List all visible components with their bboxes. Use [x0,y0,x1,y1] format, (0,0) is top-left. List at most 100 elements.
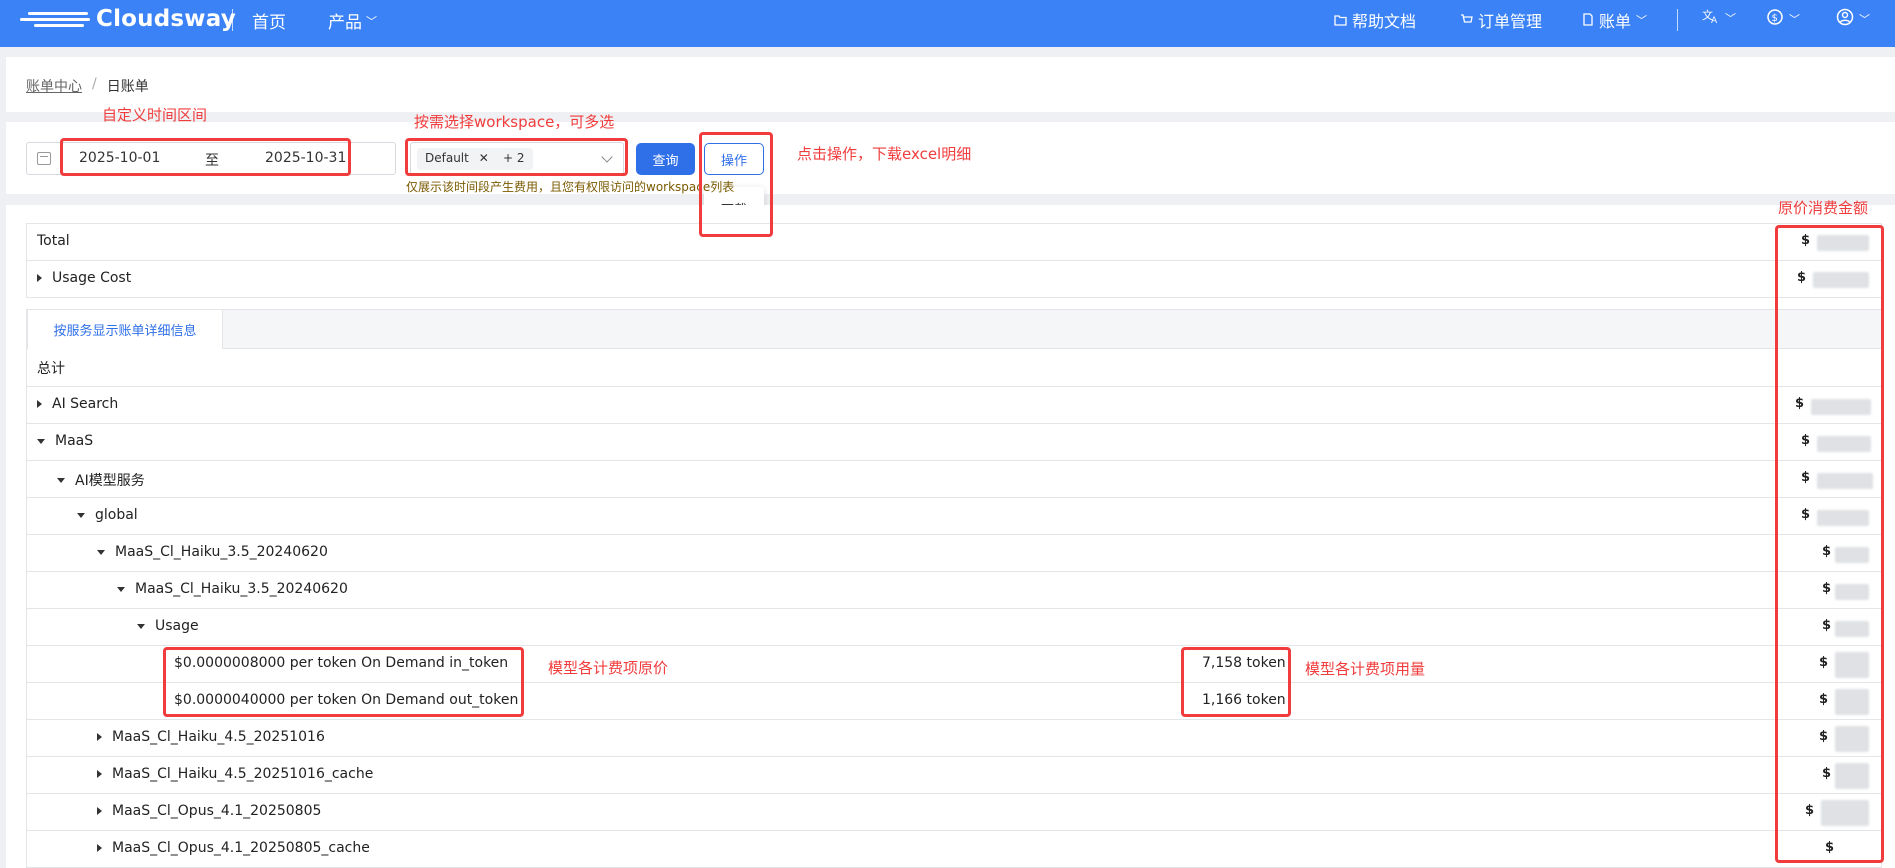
table-row[interactable]: MaaS_Cl_Opus_4.1_20250805_cache $ [26,831,1882,868]
annotation-box-workspace [405,138,628,176]
row-text: MaaS_Cl_Haiku_4.5_20251016 [112,729,325,745]
usage-cost-label: Usage Cost [37,270,131,286]
user-avatar-icon [1836,8,1854,30]
header-divider [1677,9,1678,31]
row-label: MaaS_Cl_Opus_4.1_20250805 [97,803,321,819]
caret-down-icon [117,586,125,592]
table-row[interactable]: MaaS_Cl_Haiku_3.5_20240620 $ [26,572,1882,609]
billing-label: 账单 [1599,12,1632,31]
document-icon [1582,11,1594,30]
nav-home[interactable]: 首页 [252,8,286,33]
calendar-icon [37,152,51,165]
caret-right-icon [37,274,42,282]
query-button[interactable]: 查询 [636,143,695,175]
user-menu[interactable]: ﹀ [1836,8,1870,30]
annotation-box-date [60,138,351,176]
brand-logo[interactable]: Cloudsway [20,6,236,32]
row-label: MaaS [37,433,93,449]
annotation-box-operation [699,132,773,237]
row-label: MaaS_Cl_Haiku_4.5_20251016 [97,729,325,745]
row-text: MaaS_Cl_Opus_4.1_20250805 [112,803,322,819]
row-text: MaaS_Cl_Haiku_3.5_20240620 [135,581,348,597]
annotation-box-amount [1775,225,1884,863]
row-text: AI Search [52,396,119,412]
brand-name: Cloudsway [96,6,236,32]
chevron-down-icon: ﹀ [1789,13,1800,26]
nav-products[interactable]: 产品 ﹀ [328,8,377,33]
total-row: Total $ [26,223,1882,261]
breadcrumb: 账单中心 / 日账单 [26,76,149,96]
svg-text:$: $ [1772,13,1778,24]
total-label: Total [37,233,70,249]
table-row[interactable]: MaaS_Cl_Haiku_3.5_20240620 $ [26,535,1882,572]
annotation-workspace: 按需选择workspace，可多选 [414,113,615,131]
table-row[interactable]: global $ [26,498,1882,535]
table-row[interactable]: AI模型服务 $ [26,461,1882,498]
usage-cost-row[interactable]: Usage Cost $ [26,261,1882,298]
row-text: Usage [155,618,199,634]
caret-down-icon [137,623,145,629]
row-text: MaaS_Cl_Haiku_4.5_20251016_cache [112,766,374,782]
row-label: AI模型服务 [57,470,145,490]
breadcrumb-panel [6,57,1895,112]
orders-link[interactable]: 订单管理 [1460,8,1542,32]
billing-menu[interactable]: 账单 ﹀ [1582,8,1647,32]
currency-exchange-icon: $ [1766,8,1784,30]
svg-text:A: A [1711,16,1718,24]
chevron-down-icon: ﹀ [1636,14,1648,27]
chevron-down-icon: ﹀ [1859,13,1870,26]
nav-products-label: 产品 [328,13,362,33]
subtotal-row: 总计 [26,349,1882,387]
caret-down-icon [37,438,45,444]
row-label: Usage [137,618,199,634]
row-text: global [95,507,138,523]
breadcrumb-billing-center[interactable]: 账单中心 [26,76,82,96]
row-label: MaaS_Cl_Haiku_4.5_20251016_cache [97,766,373,782]
row-label: MaaS_Cl_Haiku_3.5_20240620 [117,581,348,597]
row-text: MaaS [55,433,94,449]
table-row[interactable]: AI Search $ [26,387,1882,424]
table-row[interactable]: MaaS_Cl_Haiku_4.5_20251016_cache $ [26,757,1882,794]
breadcrumb-current: 日账单 [106,79,149,95]
table-row[interactable]: Usage $ [26,609,1882,646]
tab-service-detail[interactable]: 按服务显示账单详细信息 [27,309,223,349]
row-label: global [77,507,138,523]
workspace-hint: 仅展示该时间段产生费用，且您有权限访问的workspace列表 [406,180,735,194]
detail-tabbar: 按服务显示账单详细信息 [26,309,1882,349]
brand-divider [232,9,233,31]
row-label: MaaS_Cl_Opus_4.1_20250805_cache [97,840,370,856]
help-docs-label: 帮助文档 [1352,12,1417,31]
caret-right-icon [37,400,42,408]
language-switcher[interactable]: 文A ﹀ [1702,8,1736,28]
chevron-down-icon: ﹀ [1725,12,1736,25]
usage-cost-text: Usage Cost [52,270,132,286]
caret-down-icon [97,549,105,555]
table-row[interactable]: MaaS $ [26,424,1882,461]
nav-home-label: 首页 [252,13,286,33]
row-label: MaaS_Cl_Haiku_3.5_20240620 [97,544,328,560]
currency-switcher[interactable]: $ ﹀ [1766,8,1800,30]
row-text: AI模型服务 [75,473,145,489]
annotation-original-amount: 原价消费金额 [1778,199,1869,217]
caret-down-icon [57,477,65,483]
subtotal-label: 总计 [37,361,65,377]
table-row[interactable]: MaaS_Cl_Haiku_4.5_20251016 $ [26,720,1882,757]
annotation-usage-amount: 模型各计费项用量 [1305,660,1426,678]
cloud-logo-icon [20,7,92,31]
caret-right-icon [97,844,102,852]
annotation-unit-price: 模型各计费项原价 [548,659,669,677]
chevron-down-icon: ﹀ [366,14,377,28]
breadcrumb-separator: / [92,76,97,92]
caret-right-icon [97,733,102,741]
table-row[interactable]: MaaS_Cl_Opus_4.1_20250805 $ [26,794,1882,831]
annotation-box-usage [1181,647,1291,717]
help-docs-link[interactable]: 帮助文档 [1334,8,1416,32]
annotation-date-range: 自定义时间区间 [102,106,208,124]
caret-right-icon [97,807,102,815]
translate-icon: 文A [1702,8,1720,28]
row-text: MaaS_Cl_Opus_4.1_20250805_cache [112,840,370,856]
row-label: AI Search [37,396,118,412]
annotation-box-unit-price [163,647,524,717]
cart-icon [1460,11,1473,30]
row-text: MaaS_Cl_Haiku_3.5_20240620 [115,544,328,560]
